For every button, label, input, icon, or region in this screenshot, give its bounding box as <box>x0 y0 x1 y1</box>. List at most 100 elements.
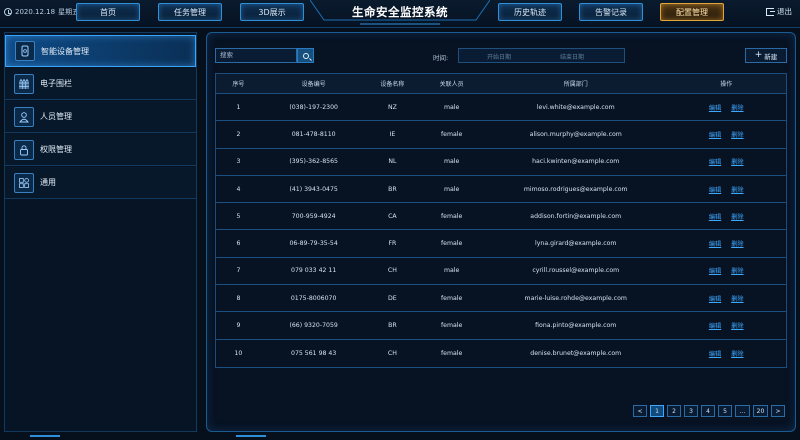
row-index: 10 <box>234 349 243 357</box>
linked-person: male <box>443 103 460 111</box>
nav-home[interactable]: 首页 <box>76 3 140 21</box>
edit-link[interactable]: 编辑 <box>709 130 721 139</box>
device-id: (66) 9320-7059 <box>289 322 338 330</box>
page-button[interactable]: 3 <box>684 405 698 417</box>
device-name: BR <box>388 322 397 330</box>
linked-person: male <box>443 267 460 275</box>
row-index: 2 <box>236 130 241 138</box>
date-range-picker[interactable]: 开始日期 结束日期 <box>458 48 625 63</box>
delete-link[interactable]: 删除 <box>731 349 743 358</box>
department: denise.brunet@example.com <box>530 349 622 357</box>
sidebar-item-devices[interactable]: 智能设备管理 <box>5 35 196 67</box>
page-button[interactable]: ... <box>735 405 750 417</box>
next-page-button[interactable]: > <box>771 405 785 417</box>
table-row: 10 075 561 98 43 CH female denise.brunet@exa… <box>216 340 786 367</box>
pagination: <1 2 3 4 5... 20 > <box>633 405 785 417</box>
new-button-label: 新建 <box>764 52 778 61</box>
row-index: 7 <box>236 267 241 275</box>
table-row: 8 0175-8006070 DE female marie-luise.rohde@e… <box>216 285 786 313</box>
device-id: 079 033 42 11 <box>291 267 337 275</box>
logout-button[interactable]: 退出 <box>766 6 792 17</box>
device-id: 06-89-79-35-54 <box>289 240 338 248</box>
start-date-input[interactable]: 开始日期 <box>487 52 511 61</box>
logout-icon <box>766 7 775 16</box>
nav-3d[interactable]: 3D展示 <box>240 3 304 21</box>
top-header: 2020.12.18 星期五 首页 任务管理 3D展示 生命安全监控系统 历史轨… <box>0 0 800 28</box>
edit-link[interactable]: 编辑 <box>709 321 721 330</box>
row-index: 9 <box>236 322 241 330</box>
page-button[interactable]: 2 <box>667 405 681 417</box>
delete-link[interactable]: 删除 <box>731 294 743 303</box>
page-button[interactable]: 4 <box>701 405 715 417</box>
sidebar-item-fence[interactable]: 电子围栏 <box>5 68 196 100</box>
column-header: 序号 <box>232 81 245 88</box>
delete-link[interactable]: 删除 <box>731 321 743 330</box>
linked-person: female <box>440 240 463 248</box>
device-name: IE <box>389 130 396 138</box>
row-actions: 编辑 删除 <box>666 185 786 194</box>
delete-link[interactable]: 删除 <box>731 130 743 139</box>
search-button[interactable] <box>297 48 314 63</box>
delete-link[interactable]: 删除 <box>731 103 743 112</box>
column-header: 关联人员 <box>439 81 464 88</box>
row-actions: 编辑 删除 <box>666 294 786 303</box>
edit-link[interactable]: 编辑 <box>709 185 721 194</box>
delete-link[interactable]: 删除 <box>731 212 743 221</box>
column-header: 操作 <box>720 81 733 88</box>
edit-link[interactable]: 编辑 <box>709 212 721 221</box>
sidebar-item-label: 电子围栏 <box>40 79 72 88</box>
nav-config[interactable]: 配置管理 <box>660 3 724 21</box>
edit-link[interactable]: 编辑 <box>709 103 721 112</box>
sidebar-item-personnel[interactable]: 人员管理 <box>5 101 196 133</box>
table-row: 4 (41) 3943-0475 BR male mimoso.rodrigues@ex… <box>216 176 786 204</box>
table-row: 1 (038)-197-2300 NZ male levi.white@example.… <box>216 94 786 122</box>
table-row: 2 081-478-8110 IE female alison.murphy@examp… <box>216 121 786 149</box>
device-id: 700-959-4924 <box>291 212 336 220</box>
end-date-input[interactable]: 结束日期 <box>560 52 584 61</box>
edit-link[interactable]: 编辑 <box>709 294 721 303</box>
date-display: 2020.12.18 星期五 <box>4 7 79 17</box>
device-id: (395)-362-8565 <box>289 158 338 166</box>
linked-person: female <box>440 294 463 302</box>
department: fiona.pinto@example.com <box>535 322 617 330</box>
page-button[interactable]: 20 <box>753 405 768 417</box>
table-row: 6 06-89-79-35-54 FR female lyna.girard@examp… <box>216 230 786 258</box>
row-actions: 编辑 删除 <box>666 130 786 139</box>
title-banner: 生命安全监控系统 <box>310 0 490 28</box>
row-index: 6 <box>236 240 241 248</box>
department: mimoso.rodrigues@example.com <box>523 185 628 193</box>
table-header: 序号 设备编号 设备名称 关联人员 所属部门 操作 <box>216 74 786 94</box>
sidebar-item-permissions[interactable]: 权限管理 <box>5 134 196 166</box>
sidebar: 智能设备管理 电子围栏 人员管理 权限管理 通用 <box>4 32 197 432</box>
row-actions: 编辑 删除 <box>666 321 786 330</box>
nav-alarms[interactable]: 告警记录 <box>579 3 643 21</box>
delete-link[interactable]: 删除 <box>731 266 743 275</box>
prev-page-button[interactable]: < <box>633 405 647 417</box>
delete-link[interactable]: 删除 <box>731 157 743 166</box>
department: alison.murphy@example.com <box>529 130 622 138</box>
table-row: 5 700-959-4924 CA female addison.fortin@exam… <box>216 203 786 231</box>
device-name: CH <box>387 349 397 357</box>
new-button[interactable]: + 新建 <box>745 48 787 63</box>
search-icon <box>302 52 309 59</box>
search-input[interactable]: 搜索 <box>215 48 297 63</box>
lock-icon <box>14 139 34 160</box>
time-label: 时间: <box>433 54 449 62</box>
column-header: 所属部门 <box>563 81 588 88</box>
page-title: 生命安全监控系统 <box>352 5 448 19</box>
column-header: 设备名称 <box>380 81 405 88</box>
nav-history[interactable]: 历史轨迹 <box>498 3 562 21</box>
edit-link[interactable]: 编辑 <box>709 239 721 248</box>
linked-person: male <box>443 158 460 166</box>
page-button[interactable]: 1 <box>650 405 664 417</box>
row-actions: 编辑 删除 <box>666 157 786 166</box>
delete-link[interactable]: 删除 <box>731 185 743 194</box>
delete-link[interactable]: 删除 <box>731 239 743 248</box>
page-button[interactable]: 5 <box>718 405 732 417</box>
nav-tasks[interactable]: 任务管理 <box>158 3 222 21</box>
sidebar-item-general[interactable]: 通用 <box>5 167 196 199</box>
edit-link[interactable]: 编辑 <box>709 266 721 275</box>
grid-icon <box>14 172 34 193</box>
edit-link[interactable]: 编辑 <box>709 157 721 166</box>
edit-link[interactable]: 编辑 <box>709 349 721 358</box>
